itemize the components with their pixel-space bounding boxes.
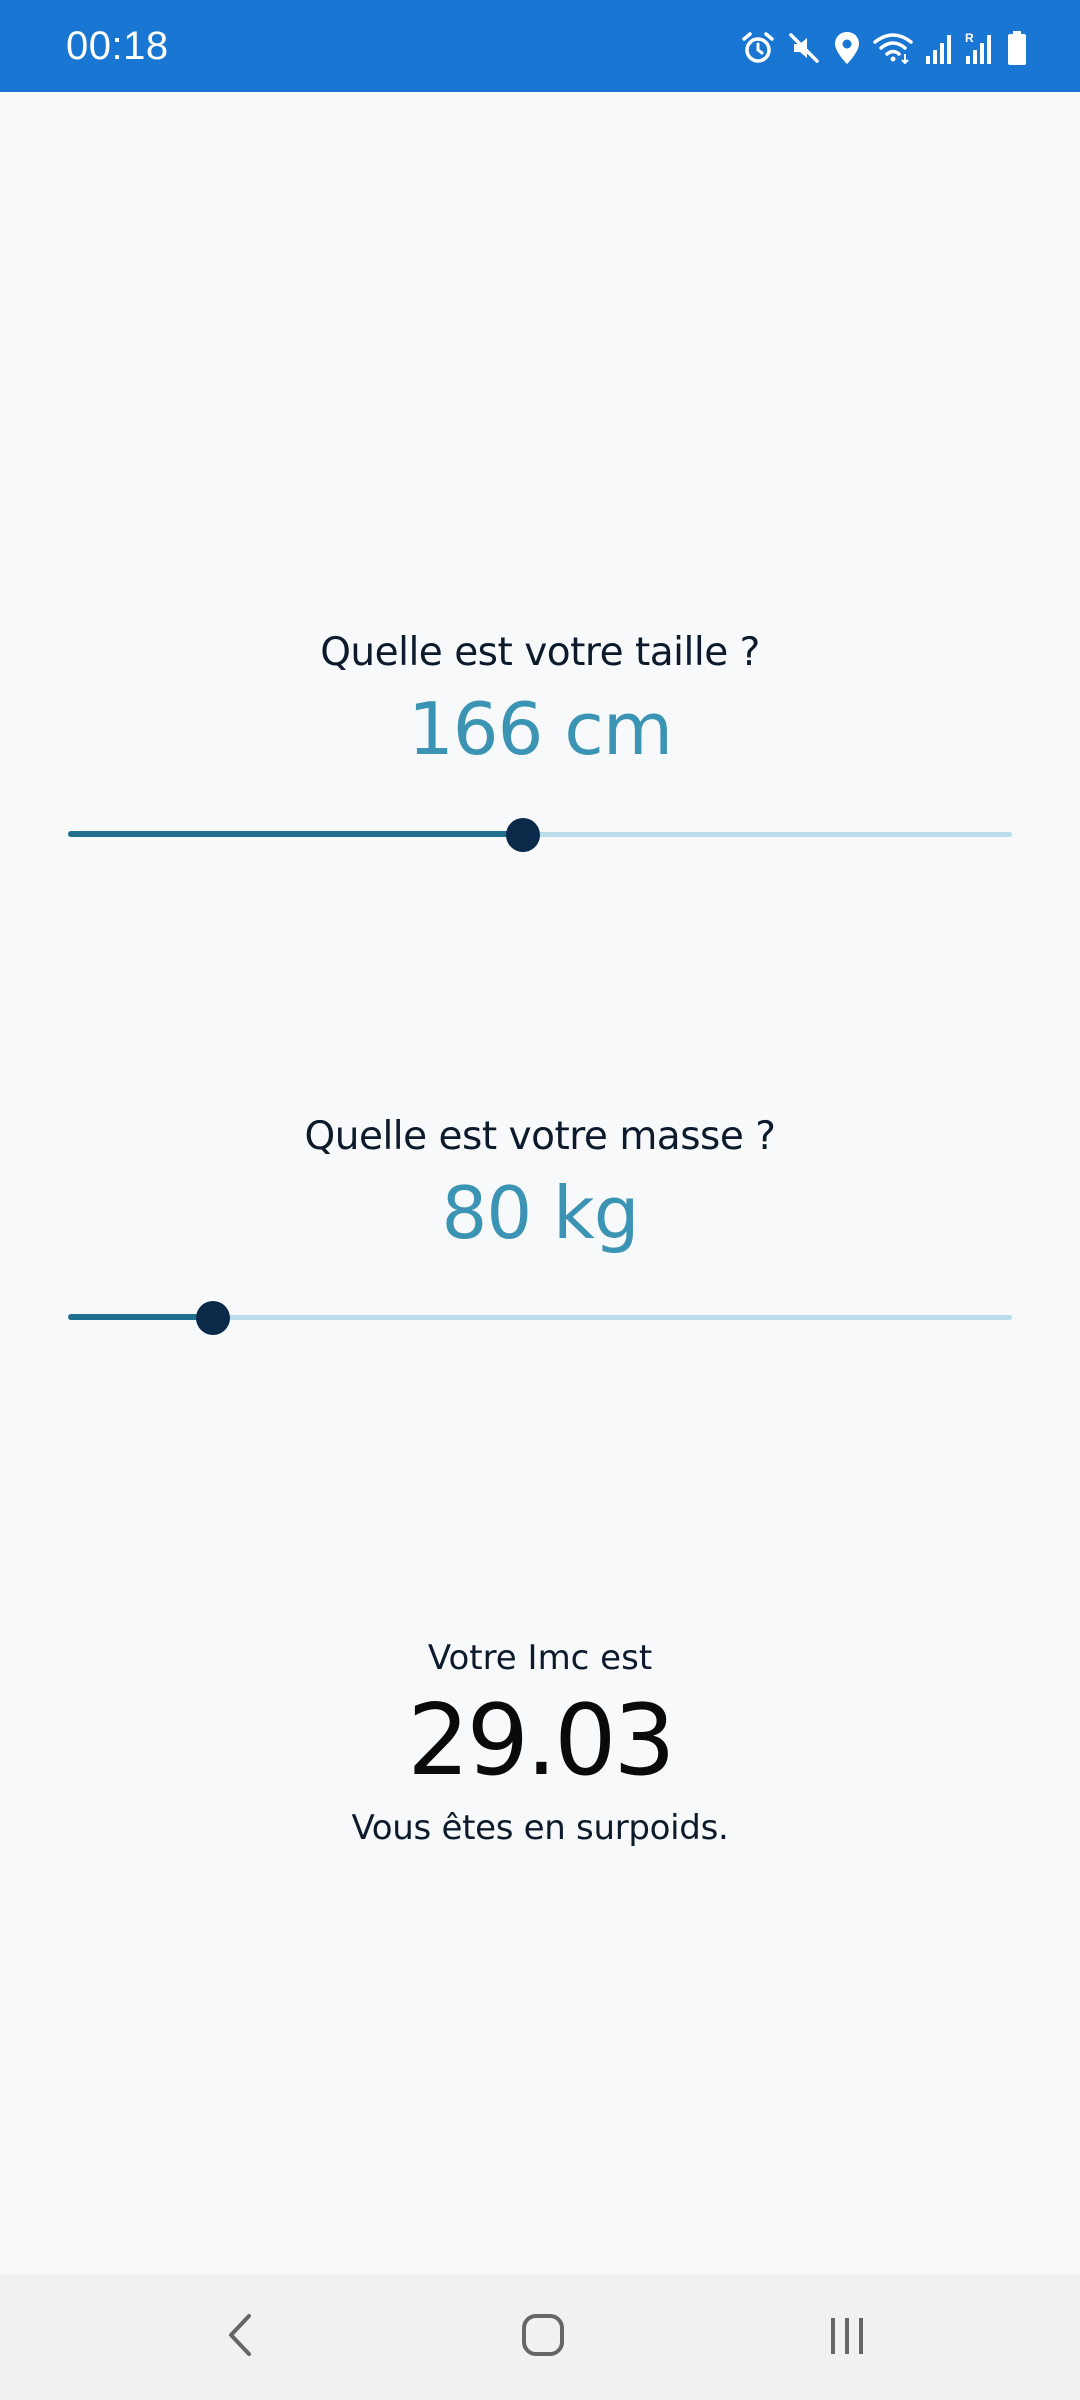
bmi-value: 29.03	[407, 1684, 676, 1798]
result-section: Votre Imc est 29.03 Vous êtes en surpoid…	[0, 1638, 1080, 1848]
mass-slider[interactable]	[68, 1298, 1012, 1338]
back-icon	[221, 2310, 261, 2365]
height-section: Quelle est votre taille ? 166 cm	[0, 630, 1080, 771]
recents-button[interactable]	[812, 2302, 882, 2372]
bmi-status: Vous êtes en surpoids.	[351, 1808, 729, 1848]
navigation-bar	[0, 2274, 1080, 2400]
height-question: Quelle est votre taille ?	[320, 630, 760, 675]
home-icon	[518, 2310, 568, 2365]
status-bar: 00:18 R	[0, 0, 1080, 92]
status-time: 00:18	[66, 24, 169, 68]
mass-section: Quelle est votre masse ? 80 kg	[0, 1114, 1080, 1255]
signal-icon	[924, 30, 954, 66]
height-slider[interactable]	[68, 815, 1012, 855]
height-slider-thumb[interactable]	[506, 818, 540, 852]
status-icons: R	[740, 28, 1028, 68]
mass-question: Quelle est votre masse ?	[304, 1114, 776, 1159]
height-slider-fill	[68, 831, 523, 837]
mass-slider-thumb[interactable]	[196, 1301, 231, 1335]
location-icon	[832, 30, 862, 66]
result-label: Votre Imc est	[427, 1638, 653, 1678]
battery-icon	[1006, 30, 1028, 66]
mute-icon	[786, 30, 822, 66]
home-button[interactable]	[508, 2302, 578, 2372]
mass-slider-fill	[68, 1314, 214, 1320]
mass-value: 80 kg	[441, 1171, 640, 1255]
back-button[interactable]	[206, 2302, 276, 2372]
height-value: 166 cm	[407, 687, 673, 771]
recents-icon	[822, 2310, 872, 2365]
svg-text:R: R	[965, 31, 974, 45]
signal-roaming-icon: R	[964, 30, 996, 66]
alarm-icon	[740, 30, 776, 66]
wifi-icon	[872, 30, 914, 66]
